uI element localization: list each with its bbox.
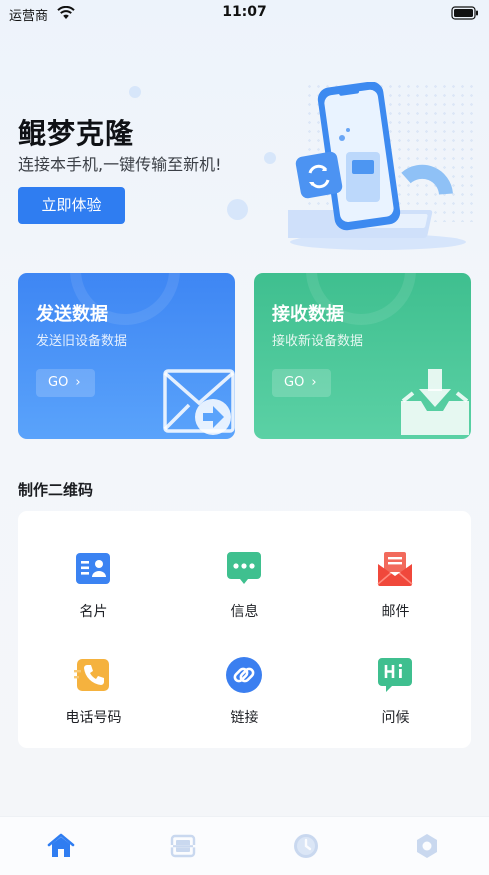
- go-label: GO: [284, 375, 305, 390]
- receive-go-button[interactable]: GO ›: [272, 369, 331, 397]
- clock: 11:07: [222, 4, 267, 20]
- settings-icon[interactable]: [412, 831, 442, 861]
- qr-item-phone[interactable]: 电话号码: [18, 656, 169, 746]
- message-icon: [225, 550, 263, 588]
- banner-title: 鲲梦克隆: [18, 117, 135, 150]
- qr-item-mail[interactable]: 邮件: [320, 550, 471, 640]
- qr-item-business-card[interactable]: 名片: [18, 550, 169, 640]
- chevron-right-icon: ›: [311, 375, 317, 390]
- chevron-right-icon: ›: [75, 375, 81, 390]
- phone-transfer-illustration: [259, 81, 468, 254]
- receive-card-desc: 接收新设备数据: [272, 334, 364, 349]
- qr-item-label: 信息: [230, 604, 259, 620]
- receive-data-card[interactable]: 接收数据 接收新设备数据 GO ›: [254, 273, 471, 439]
- send-envelope-icon: [161, 365, 235, 439]
- send-go-button[interactable]: GO ›: [36, 369, 95, 397]
- phone-icon: [74, 656, 112, 694]
- send-data-card[interactable]: 发送数据 发送旧设备数据 GO ›: [18, 273, 235, 439]
- status-bar: 运营商 11:07: [0, 0, 489, 26]
- battery-icon: [451, 5, 479, 24]
- qr-item-label: 邮件: [381, 604, 410, 620]
- greeting-icon: [376, 656, 414, 694]
- scan-icon[interactable]: [168, 831, 198, 861]
- send-card-desc: 发送旧设备数据: [36, 334, 128, 349]
- try-now-button[interactable]: 立即体验: [18, 187, 125, 224]
- qr-item-label: 问候: [381, 710, 410, 726]
- bottom-tab-bar: [0, 816, 489, 875]
- go-label: GO: [48, 375, 69, 390]
- inbox-download-icon: [399, 367, 471, 439]
- send-card-title: 发送数据: [36, 304, 108, 325]
- mail-icon: [376, 550, 414, 588]
- decor-bubble: [227, 199, 248, 220]
- qr-item-label: 名片: [79, 604, 108, 620]
- decor-bubble: [264, 152, 276, 164]
- business-card-icon: [74, 550, 112, 588]
- receive-card-title: 接收数据: [272, 304, 344, 325]
- link-icon: [225, 656, 263, 694]
- banner-subtitle: 连接本手机,一键传输至新机!: [18, 155, 222, 174]
- qr-item-greeting[interactable]: 问候: [320, 656, 471, 746]
- decor-bubble: [129, 86, 141, 98]
- qr-item-label: 电话号码: [65, 710, 122, 726]
- qr-item-link[interactable]: 链接: [169, 656, 320, 746]
- home-icon[interactable]: [46, 831, 76, 861]
- clock-icon[interactable]: [291, 831, 321, 861]
- qr-section-title: 制作二维码: [18, 481, 94, 499]
- promo-banner: 鲲梦克隆 连接本手机,一键传输至新机! 立即体验: [0, 26, 489, 252]
- qr-item-message[interactable]: 信息: [169, 550, 320, 640]
- qr-panel: 名片 信息 邮件 电话号码 链接 问候: [18, 511, 471, 748]
- qr-item-label: 链接: [230, 710, 259, 726]
